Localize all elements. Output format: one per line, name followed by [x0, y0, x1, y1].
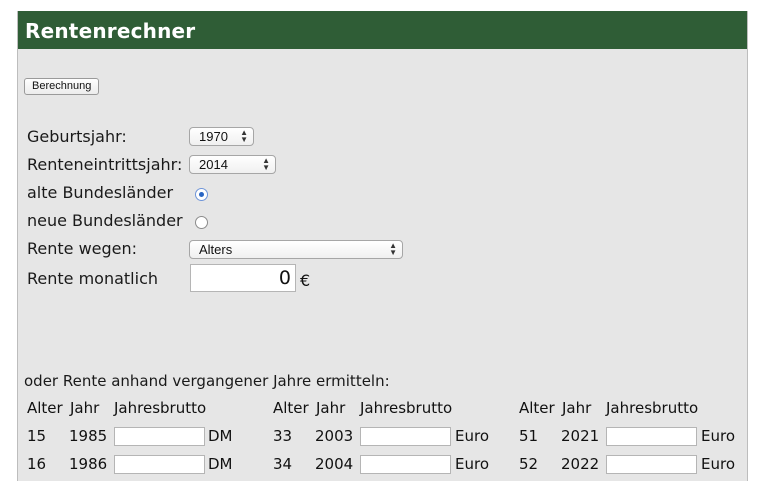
- unit-cell: Euro: [455, 427, 489, 445]
- renteneintrittsjahr-value: 2014: [199, 157, 228, 172]
- history-intro: oder Rente anhand vergangener Jahre ermi…: [24, 372, 390, 390]
- col-jahr-header: Jahr: [70, 399, 100, 417]
- title-bar: Rentenrechner: [18, 11, 747, 49]
- select-arrows-icon: ▲ ▼: [389, 241, 397, 257]
- rente-monatlich-label: Rente monatlich: [27, 269, 159, 288]
- select-arrows-icon: ▲ ▼: [262, 156, 270, 172]
- currency-symbol: €: [300, 271, 311, 290]
- neue-bundeslaender-radio[interactable]: [195, 216, 208, 229]
- alter-cell: 33: [273, 427, 293, 445]
- jahr-cell: 1985: [69, 427, 108, 445]
- jahr-cell: 2003: [315, 427, 354, 445]
- jahresbrutto-input[interactable]: [606, 455, 697, 474]
- alter-cell: 52: [519, 455, 539, 473]
- rentenrechner-panel: Rentenrechner Berechnung Geburtsjahr: 19…: [17, 11, 748, 481]
- rente-wegen-select[interactable]: Alters ▲ ▼: [189, 240, 403, 259]
- alter-cell: 51: [519, 427, 539, 445]
- jahr-cell: 2022: [561, 455, 600, 473]
- col-alter-header: Alter: [519, 399, 555, 417]
- alter-cell: 34: [273, 455, 293, 473]
- col-jahresbrutto-header: Jahresbrutto: [114, 399, 207, 417]
- jahr-cell: 1986: [69, 455, 108, 473]
- jahresbrutto-input[interactable]: [114, 427, 205, 446]
- col-jahresbrutto-header: Jahresbrutto: [606, 399, 699, 417]
- col-jahresbrutto-header: Jahresbrutto: [360, 399, 453, 417]
- col-alter-header: Alter: [273, 399, 309, 417]
- select-arrows-icon: ▲ ▼: [240, 128, 248, 144]
- rente-monatlich-input[interactable]: 0: [190, 264, 296, 292]
- neue-bundeslaender-label: neue Bundesländer: [27, 211, 183, 230]
- jahresbrutto-input[interactable]: [114, 455, 205, 474]
- jahr-cell: 2004: [315, 455, 354, 473]
- unit-cell: DM: [208, 455, 233, 473]
- alte-bundeslaender-radio[interactable]: [195, 188, 208, 201]
- alter-cell: 16: [27, 455, 47, 473]
- alter-cell: 15: [27, 427, 47, 445]
- unit-cell: Euro: [701, 427, 735, 445]
- rente-wegen-value: Alters: [199, 242, 233, 257]
- rente-wegen-label: Rente wegen:: [27, 239, 138, 258]
- jahr-cell: 2021: [561, 427, 600, 445]
- berechnung-button[interactable]: Berechnung: [24, 78, 100, 95]
- col-jahr-header: Jahr: [562, 399, 592, 417]
- alte-bundeslaender-label: alte Bundesländer: [27, 183, 174, 202]
- unit-cell: Euro: [701, 455, 735, 473]
- col-alter-header: Alter: [27, 399, 63, 417]
- geburtsjahr-select[interactable]: 1970 ▲ ▼: [189, 127, 254, 146]
- renteneintrittsjahr-label: Renteneintrittsjahr:: [27, 155, 183, 174]
- geburtsjahr-label: Geburtsjahr:: [27, 127, 127, 146]
- page-title: Rentenrechner: [25, 19, 196, 43]
- jahresbrutto-input[interactable]: [360, 427, 451, 446]
- unit-cell: DM: [208, 427, 233, 445]
- unit-cell: Euro: [455, 455, 489, 473]
- geburtsjahr-value: 1970: [199, 129, 228, 144]
- jahresbrutto-input[interactable]: [606, 427, 697, 446]
- col-jahr-header: Jahr: [316, 399, 346, 417]
- renteneintrittsjahr-select[interactable]: 2014 ▲ ▼: [189, 155, 276, 174]
- jahresbrutto-input[interactable]: [360, 455, 451, 474]
